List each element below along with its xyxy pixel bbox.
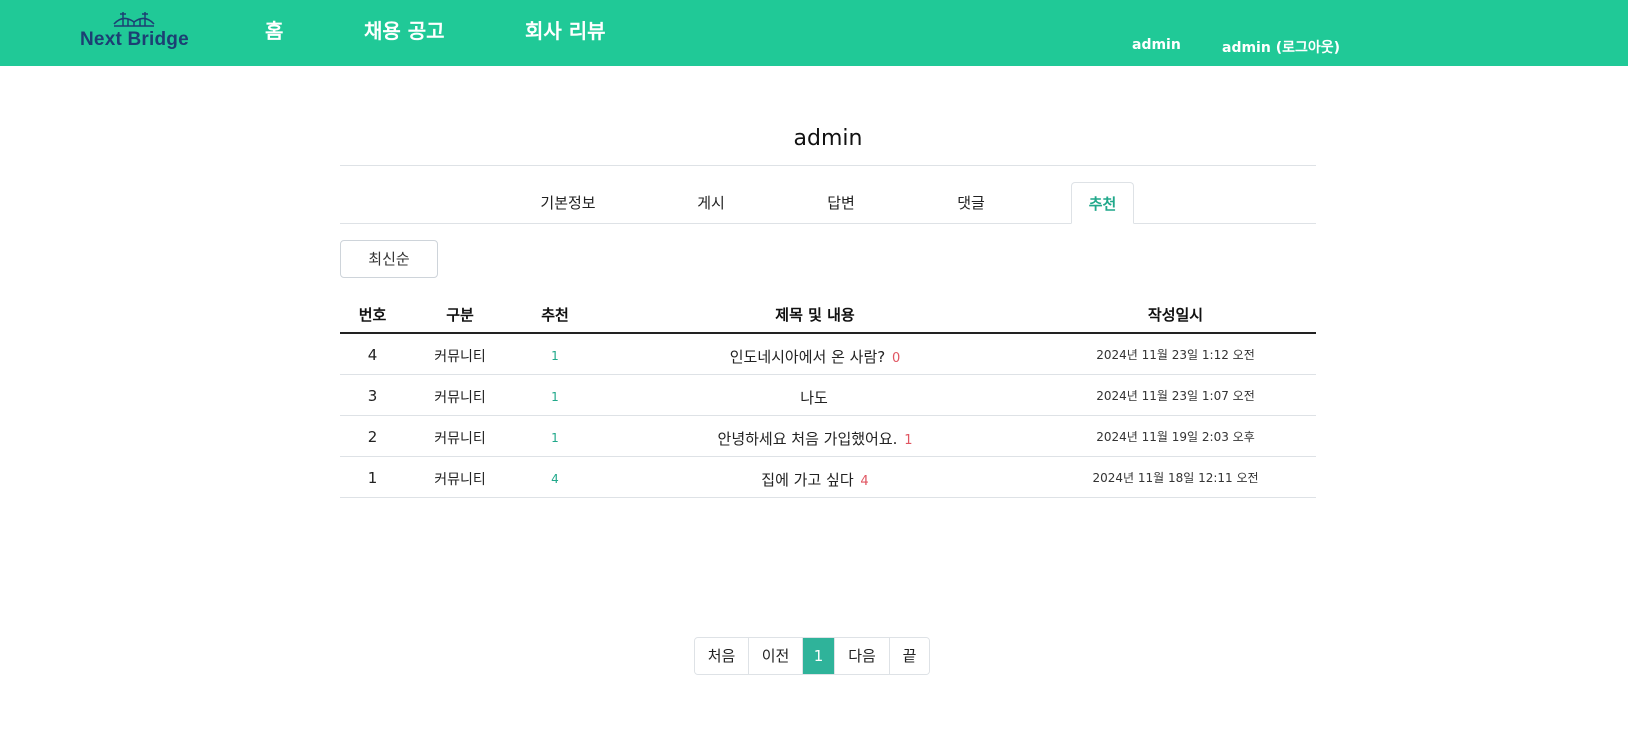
- row-comment-count: 1: [904, 433, 913, 448]
- row-number: 2: [367, 428, 378, 446]
- row-recommend-count: 1: [551, 390, 559, 404]
- page-first-button[interactable]: 처음: [695, 638, 749, 674]
- logout-link[interactable]: admin (로그아웃): [1222, 37, 1340, 57]
- nav-job-postings[interactable]: 채용 공고: [364, 15, 445, 44]
- table-row[interactable]: 4 커뮤니티 1 인도네시아에서 온 사람? 0 2024년 11월 23일 1…: [340, 334, 1316, 375]
- row-comment-count: 4: [860, 474, 869, 489]
- row-date: 2024년 11월 23일 1:12 오전: [1096, 348, 1255, 362]
- recommendations-table: 번호 구분 추천 제목 및 내용 작성일시 4 커뮤니티 1 인도네시아에서 온…: [340, 294, 1316, 498]
- page-last-button[interactable]: 끝: [890, 638, 929, 674]
- top-navbar: Next Bridge 홈 채용 공고 회사 리뷰 admin admin (로…: [0, 0, 1628, 66]
- row-recommend-count: 4: [551, 472, 559, 486]
- page-prev-button[interactable]: 이전: [749, 638, 803, 674]
- sort-button[interactable]: 최신순: [340, 240, 438, 278]
- profile-title: admin: [793, 126, 863, 151]
- row-comment-count: 0: [892, 351, 901, 366]
- table-row[interactable]: 3 커뮤니티 1 나도 2024년 11월 23일 1:07 오전: [340, 375, 1316, 416]
- nav-company-reviews[interactable]: 회사 리뷰: [525, 15, 606, 44]
- row-category: 커뮤니티: [434, 349, 486, 365]
- row-category: 커뮤니티: [434, 390, 486, 406]
- row-recommend-count: 1: [551, 349, 559, 363]
- row-title-link[interactable]: 집에 가고 싶다 4: [595, 469, 1035, 490]
- table-header: 번호 구분 추천 제목 및 내용 작성일시: [340, 294, 1316, 334]
- row-date: 2024년 11월 19일 2:03 오후: [1096, 430, 1255, 444]
- header-date: 작성일시: [1147, 306, 1204, 324]
- tab-recommendations[interactable]: 추천: [1071, 182, 1134, 224]
- logo-text: Next Bridge: [80, 29, 189, 50]
- row-title: 인도네시아에서 온 사람?: [729, 348, 886, 366]
- divider: [340, 165, 1316, 166]
- row-title-link[interactable]: 인도네시아에서 온 사람? 0: [595, 346, 1035, 367]
- table-row[interactable]: 1 커뮤니티 4 집에 가고 싶다 4 2024년 11월 18일 12:11 …: [340, 457, 1316, 498]
- row-category: 커뮤니티: [434, 472, 486, 488]
- row-title-link[interactable]: 나도: [595, 387, 1035, 408]
- tab-posts[interactable]: 게시: [676, 182, 746, 224]
- header-title: 제목 및 내용: [775, 306, 855, 324]
- row-number: 4: [367, 346, 378, 364]
- header-category: 구분: [446, 306, 474, 324]
- table-row[interactable]: 2 커뮤니티 1 안녕하세요 처음 가입했어요. 1 2024년 11월 19일…: [340, 416, 1316, 457]
- row-date: 2024년 11월 18일 12:11 오전: [1092, 471, 1259, 485]
- page-number-button[interactable]: 1: [803, 638, 835, 674]
- row-number: 3: [367, 387, 378, 405]
- tab-basic-info[interactable]: 기본정보: [520, 182, 616, 224]
- row-title: 나도: [800, 389, 828, 407]
- row-category: 커뮤니티: [434, 431, 486, 447]
- nav-home[interactable]: 홈: [265, 15, 283, 44]
- pagination: 처음 이전 1 다음 끝: [694, 637, 930, 675]
- page-next-button[interactable]: 다음: [835, 638, 890, 674]
- row-date: 2024년 11월 23일 1:07 오전: [1096, 389, 1255, 403]
- bridge-logo-icon: [113, 12, 155, 27]
- header-recommend: 추천: [541, 306, 569, 324]
- user-profile-link[interactable]: admin: [1132, 37, 1181, 53]
- row-number: 1: [367, 469, 378, 487]
- row-title-link[interactable]: 안녕하세요 처음 가입했어요. 1: [595, 428, 1035, 449]
- tab-comments[interactable]: 댓글: [936, 182, 1006, 224]
- row-title: 안녕하세요 처음 가입했어요.: [717, 430, 898, 448]
- row-recommend-count: 1: [551, 431, 559, 445]
- tab-answers[interactable]: 답변: [806, 182, 876, 224]
- site-logo[interactable]: Next Bridge: [80, 8, 190, 56]
- row-title: 집에 가고 싶다: [761, 471, 854, 489]
- header-number: 번호: [358, 306, 387, 324]
